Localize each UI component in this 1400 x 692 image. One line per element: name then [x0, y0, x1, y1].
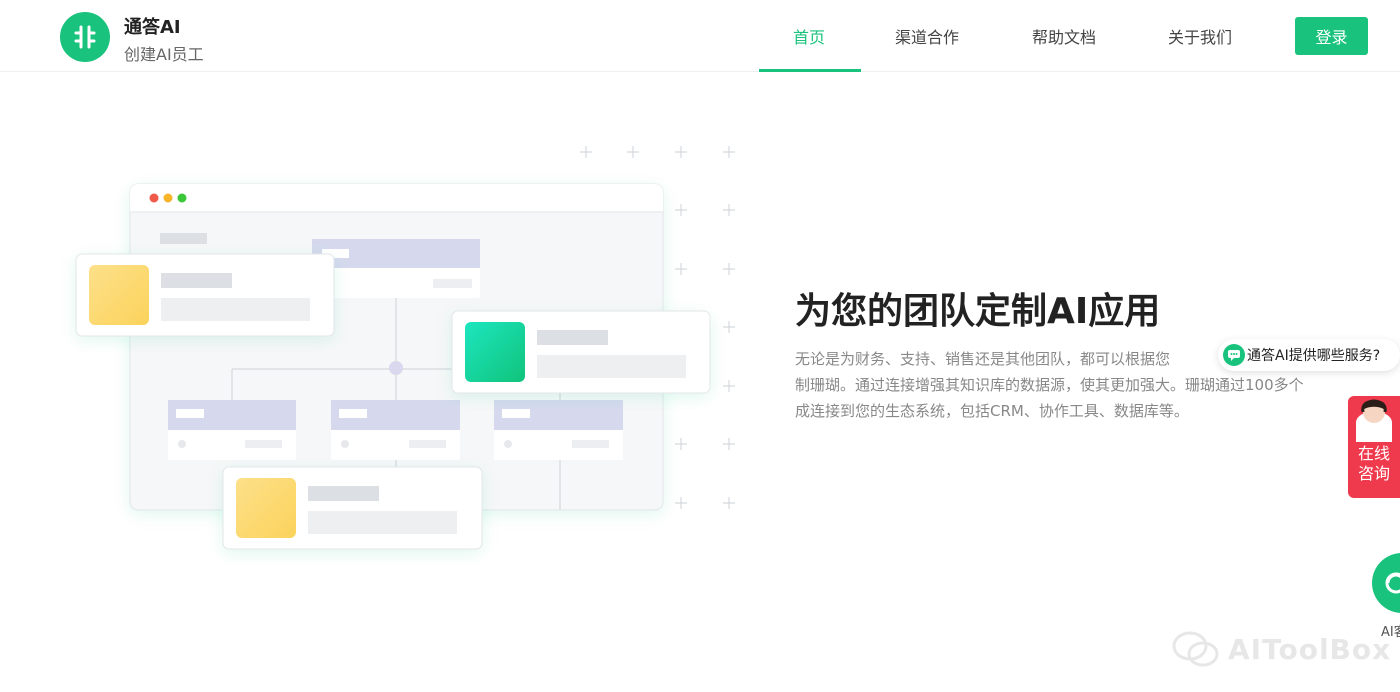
online-consult-line: 在线 [1357, 444, 1390, 463]
active-nav-indicator [759, 69, 861, 72]
nav-home[interactable]: 首页 [793, 24, 825, 48]
chat-bubble-icon [1223, 344, 1245, 366]
brand-tagline: 创建AI员工 [124, 45, 204, 64]
login-button[interactable]: 登录 [1295, 17, 1368, 55]
watermark-text: AIToolBox [1228, 632, 1392, 666]
brain-logo-icon[interactable] [60, 12, 110, 62]
nav-channel-partners[interactable]: 渠道合作 [895, 24, 959, 48]
online-consult-label: 在线 咨询 [1348, 444, 1400, 484]
top-nav-bar: 通答AI 创建AI员工 首页 渠道合作 帮助文档 关于我们 登录 [0, 0, 1400, 72]
hero-description-line: 成连接到您的生态系统，包括CRM、协作工具、数据库等。 [795, 402, 1189, 420]
hero-title: 为您的团队定制AI应用 [795, 291, 1161, 332]
nav-about-us[interactable]: 关于我们 [1168, 24, 1232, 48]
faq-prompt-text: 通答AI提供哪些服务? [1247, 348, 1381, 364]
hero-illustration [75, 146, 735, 550]
nav-help-docs[interactable]: 帮助文档 [1032, 24, 1096, 48]
faq-prompt-bubble[interactable]: 通答AI提供哪些服务? [1218, 339, 1400, 371]
online-consult-button[interactable]: 在线 咨询 [1348, 396, 1400, 498]
online-consult-line: 咨询 [1357, 464, 1390, 483]
brand-name[interactable]: 通答AI [124, 13, 181, 39]
wechat-icon [1172, 631, 1219, 667]
ai-assistant-icon[interactable] [1372, 553, 1400, 613]
hero-description-line: 制珊瑚。通过连接增强其知识库的数据源，使其更加强大。珊瑚通过100多个 [795, 376, 1304, 394]
watermark: AIToolBox [1172, 630, 1391, 668]
agent-avatar-icon [1356, 399, 1392, 442]
